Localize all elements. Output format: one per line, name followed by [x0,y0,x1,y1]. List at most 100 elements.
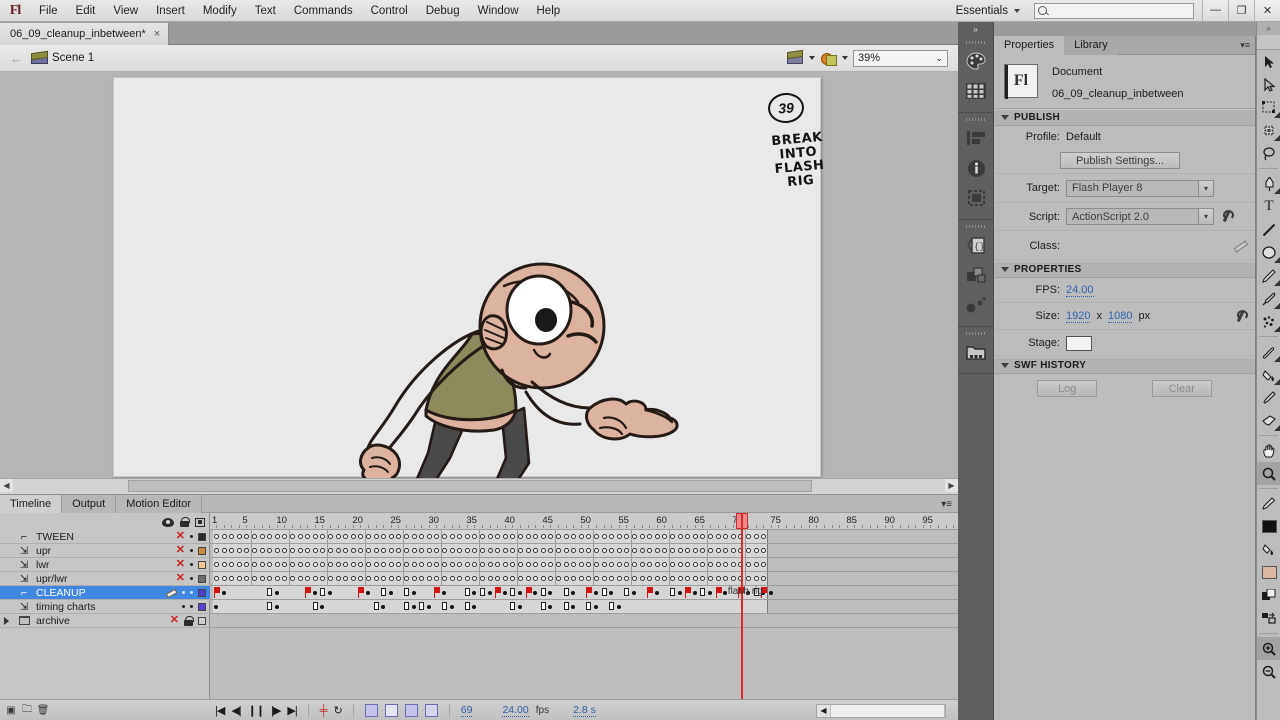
keyframe-with-label[interactable] [715,587,722,598]
keyframe-dot[interactable] [632,591,636,595]
visibility-x-icon[interactable]: ✕ [176,559,185,570]
empty-keyframe[interactable] [259,576,265,581]
frame-row-archive[interactable] [210,614,958,628]
stage-width-value[interactable]: 1920 [1066,310,1091,323]
selection-tool-icon[interactable] [1257,50,1280,73]
empty-keyframe[interactable] [730,562,736,567]
empty-keyframe[interactable] [426,562,432,567]
tab-properties[interactable]: Properties [994,36,1065,55]
minimize-button[interactable]: — [1202,0,1228,21]
close-button[interactable]: ✕ [1254,0,1280,21]
blank-keyframe[interactable] [404,588,409,596]
empty-keyframe[interactable] [639,548,645,553]
empty-keyframe[interactable] [616,548,622,553]
blank-keyframe[interactable] [586,602,592,610]
empty-keyframe[interactable] [502,562,508,567]
new-folder-icon[interactable]: 🗀 [19,703,35,719]
empty-keyframe[interactable] [480,534,485,539]
empty-keyframe[interactable] [426,548,432,553]
empty-keyframe[interactable] [404,576,409,581]
empty-keyframe[interactable] [715,562,721,567]
modify-onion-markers-icon[interactable] [424,704,438,717]
empty-keyframe[interactable] [753,548,759,553]
stroke-color-icon[interactable] [1257,492,1280,515]
outline-color-swatch[interactable] [198,532,206,541]
outline-color-swatch[interactable] [198,560,206,569]
menu-control[interactable]: Control [362,0,417,22]
stage-canvas[interactable]: 39 BREAK INTO FLASH RIG [113,77,825,488]
keyframe-dot[interactable] [366,591,370,595]
panel-menu-icon[interactable]: ▾≡ [1240,40,1250,51]
outline-color-swatch[interactable] [198,588,206,597]
empty-keyframe[interactable] [335,562,341,567]
empty-keyframe[interactable] [715,576,721,581]
keyframe-dot[interactable] [487,591,492,595]
brush-tool-icon[interactable] [1257,287,1280,310]
empty-keyframe[interactable] [214,576,219,581]
keyframe-with-label[interactable] [586,587,593,598]
keyframe-dot[interactable] [616,605,621,609]
free-transform-tool-icon[interactable] [1257,96,1280,119]
frame-span[interactable] [213,600,768,613]
outline-icon[interactable] [195,517,205,527]
empty-keyframe[interactable] [480,548,485,553]
empty-keyframe[interactable] [730,576,736,581]
search-input[interactable] [1034,2,1194,19]
blank-keyframe[interactable] [510,602,516,610]
empty-keyframe[interactable] [426,534,432,539]
empty-keyframe[interactable] [350,548,356,553]
layer-name[interactable]: timing charts [32,601,96,613]
empty-keyframe[interactable] [290,562,295,567]
empty-keyframe[interactable] [639,534,645,539]
empty-keyframe[interactable] [297,576,303,581]
menu-window[interactable]: Window [469,0,528,22]
code-snippets-icon[interactable]: {} [958,230,994,260]
text-tool-icon[interactable]: T [1257,195,1280,218]
black-and-white-icon[interactable] [1257,584,1280,607]
empty-keyframe[interactable] [556,562,561,567]
new-layer-icon[interactable]: ▣ [3,703,19,719]
layer-name[interactable]: upr [32,545,51,557]
empty-keyframe[interactable] [366,534,371,539]
fps-value[interactable]: 24.00 [1066,284,1094,297]
empty-keyframe[interactable] [632,562,637,567]
drag-grip-icon[interactable] [958,223,993,230]
scrollbar-thumb[interactable] [128,480,812,492]
empty-keyframe[interactable] [715,548,721,553]
empty-keyframe[interactable] [563,562,569,567]
empty-keyframe[interactable] [556,534,561,539]
empty-keyframe[interactable] [464,562,470,567]
fill-color-swatch[interactable] [1261,566,1277,579]
blank-keyframe[interactable] [510,588,516,596]
stage-color-swatch[interactable] [1066,335,1092,351]
empty-keyframe[interactable] [487,576,493,581]
empty-keyframe[interactable] [540,534,546,539]
empty-keyframe[interactable] [274,562,280,567]
step-forward-button[interactable]: |▶ [271,704,281,717]
menu-help[interactable]: Help [528,0,570,22]
empty-keyframe[interactable] [274,548,280,553]
empty-keyframe[interactable] [350,534,356,539]
edit-symbols-icon[interactable] [820,51,837,66]
back-arrow-icon[interactable]: ← [6,51,31,66]
blank-keyframe[interactable] [670,588,675,596]
empty-keyframe[interactable] [563,548,569,553]
tab-timeline[interactable]: Timeline [0,495,63,513]
keyframe-with-label[interactable] [495,587,502,598]
empty-keyframe[interactable] [594,534,599,539]
empty-keyframe[interactable] [464,548,470,553]
empty-keyframe[interactable] [464,534,470,539]
keyframe-dot[interactable] [442,591,446,595]
visibility-x-icon[interactable]: ✕ [176,545,185,556]
empty-keyframe[interactable] [259,548,265,553]
empty-keyframe[interactable] [578,534,584,539]
empty-keyframe[interactable] [328,576,333,581]
empty-keyframe[interactable] [411,548,417,553]
empty-keyframe[interactable] [373,576,379,581]
empty-keyframe[interactable] [502,548,508,553]
empty-keyframe[interactable] [312,548,318,553]
empty-keyframe[interactable] [540,548,546,553]
chevron-down-icon[interactable] [809,56,815,60]
layer-name[interactable]: CLEANUP [32,587,86,599]
empty-keyframe[interactable] [449,548,455,553]
